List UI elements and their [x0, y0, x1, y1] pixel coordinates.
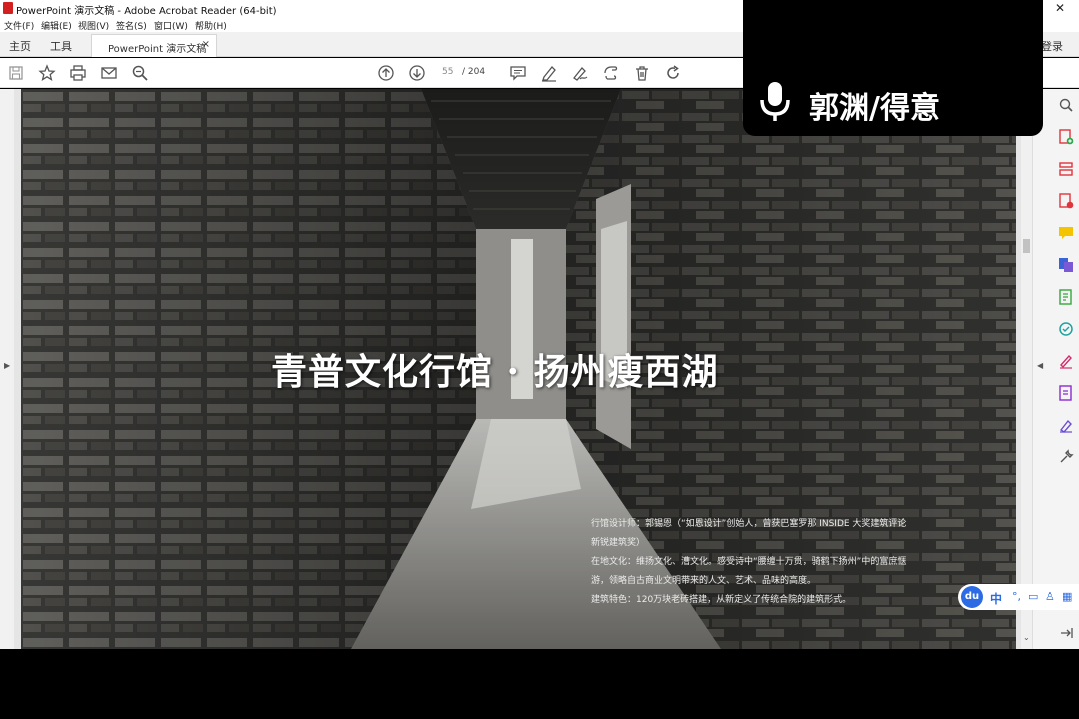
menu-window[interactable]: 窗口(W): [154, 19, 188, 32]
menu-file[interactable]: 文件(F): [4, 19, 34, 32]
next-page-icon[interactable]: [408, 64, 426, 82]
acrobat-app-icon: [3, 2, 13, 14]
highlight-pen-icon[interactable]: [540, 64, 558, 82]
tab-document-label: PowerPoint 演示文稿: [108, 44, 207, 55]
caption-line: 游，领略自古商业文明带来的人文、艺术、品味的高度。: [591, 576, 817, 586]
scan-ocr-icon[interactable]: [1058, 321, 1074, 337]
export-pdf-icon[interactable]: [1058, 193, 1074, 209]
zoom-search-icon[interactable]: [131, 64, 149, 82]
save-icon[interactable]: [7, 64, 25, 82]
menu-help[interactable]: 帮助(H): [195, 19, 227, 32]
screen: PowerPoint 演示文稿 - Adobe Acrobat Reader (…: [0, 0, 1079, 719]
window-close-icon[interactable]: ✕: [1055, 1, 1065, 15]
caption-line: 行馆设计师：郭锡恩（“如恩设计”创始人，曾获巴塞罗那 INSIDE 大奖建筑评论: [591, 519, 907, 529]
caption-line: 建筑特色：120万块老砖搭建，从新定义了传统合院的建筑形式。: [591, 595, 852, 605]
ime-grid-icon[interactable]: ▦: [1062, 590, 1072, 603]
scroll-down-icon[interactable]: ⌄: [1023, 633, 1030, 642]
page-number-input[interactable]: 55: [442, 67, 462, 79]
more-tools-icon[interactable]: [1058, 449, 1074, 465]
caption-line: 在地文化：维扬文化、漕文化。感受诗中“腰缠十万贯，骑鹤下扬州”中的富庶惬: [591, 557, 907, 567]
combine-files-icon[interactable]: [1058, 257, 1074, 273]
tab-close-icon[interactable]: ×: [202, 39, 210, 50]
delete-icon[interactable]: [633, 64, 651, 82]
left-panel-toggle[interactable]: ▶: [0, 89, 14, 649]
tab-document[interactable]: PowerPoint 演示文稿 ×: [91, 34, 217, 57]
ime-keyboard-icon[interactable]: ▭: [1028, 590, 1038, 603]
menu-edit[interactable]: 编辑(E): [41, 19, 72, 32]
collapse-panel-icon[interactable]: ◀: [1037, 361, 1043, 370]
zoom-tool-icon[interactable]: [1058, 97, 1074, 113]
send-for-signature-icon[interactable]: [1058, 385, 1074, 401]
ime-user-icon[interactable]: ♙: [1045, 590, 1055, 603]
vertical-scrollbar[interactable]: ⌄: [1021, 89, 1032, 649]
login-link[interactable]: 登录: [1041, 38, 1063, 54]
prev-page-icon[interactable]: [377, 64, 395, 82]
speaker-name: 郭渊/得意: [809, 91, 940, 126]
tab-home[interactable]: 主页: [9, 38, 31, 54]
slide-caption: 行馆设计师：郭锡恩（“如恩设计”创始人，曾获巴塞罗那 INSIDE 大奖建筑评论…: [591, 515, 981, 610]
create-pdf-icon[interactable]: [1058, 129, 1074, 145]
star-icon[interactable]: [38, 64, 56, 82]
certificates-icon[interactable]: [1058, 417, 1074, 433]
expand-left-icon[interactable]: ▶: [4, 361, 10, 370]
menu-sign[interactable]: 签名(S): [116, 19, 147, 32]
voice-speaker-overlay: 郭渊/得意: [743, 0, 1043, 136]
microphone-icon: [760, 82, 790, 121]
tab-tools[interactable]: 工具: [50, 38, 72, 54]
comment-icon[interactable]: [509, 64, 527, 82]
ime-punctuation-icon[interactable]: °,: [1012, 590, 1021, 603]
share-hand-icon[interactable]: [602, 64, 620, 82]
sign-icon[interactable]: [571, 64, 589, 82]
ime-toolbar[interactable]: du 中 °, ▭ ♙ ▦: [958, 584, 1079, 610]
slide-title: 青普文化行馆 · 扬州瘦西湖: [271, 351, 719, 393]
comment-tool-icon[interactable]: [1058, 225, 1074, 241]
right-tools-panel: ◀: [1032, 89, 1079, 649]
ime-logo-icon[interactable]: du: [961, 586, 983, 608]
slide-page: 青普文化行馆 · 扬州瘦西湖 行馆设计师：郭锡恩（“如恩设计”创始人，曾获巴塞罗…: [21, 89, 1016, 649]
collapse-right-panel-icon[interactable]: [1058, 625, 1074, 641]
window-title: PowerPoint 演示文稿 - Adobe Acrobat Reader (…: [16, 6, 277, 17]
page-navigator: 55 / 204: [436, 65, 492, 81]
page-total: / 204: [462, 67, 486, 77]
scrollbar-thumb[interactable]: [1023, 239, 1030, 253]
rotate-icon[interactable]: [664, 64, 682, 82]
fill-sign-icon[interactable]: [1058, 353, 1074, 369]
caption-line: 新锐建筑奖）: [591, 538, 646, 548]
print-icon[interactable]: [69, 64, 87, 82]
ime-mode-toggle[interactable]: 中: [990, 590, 1002, 607]
organize-pages-icon[interactable]: [1058, 161, 1074, 177]
edit-pdf-icon[interactable]: [1058, 289, 1074, 305]
menu-view[interactable]: 视图(V): [78, 19, 109, 32]
email-icon[interactable]: [100, 64, 118, 82]
